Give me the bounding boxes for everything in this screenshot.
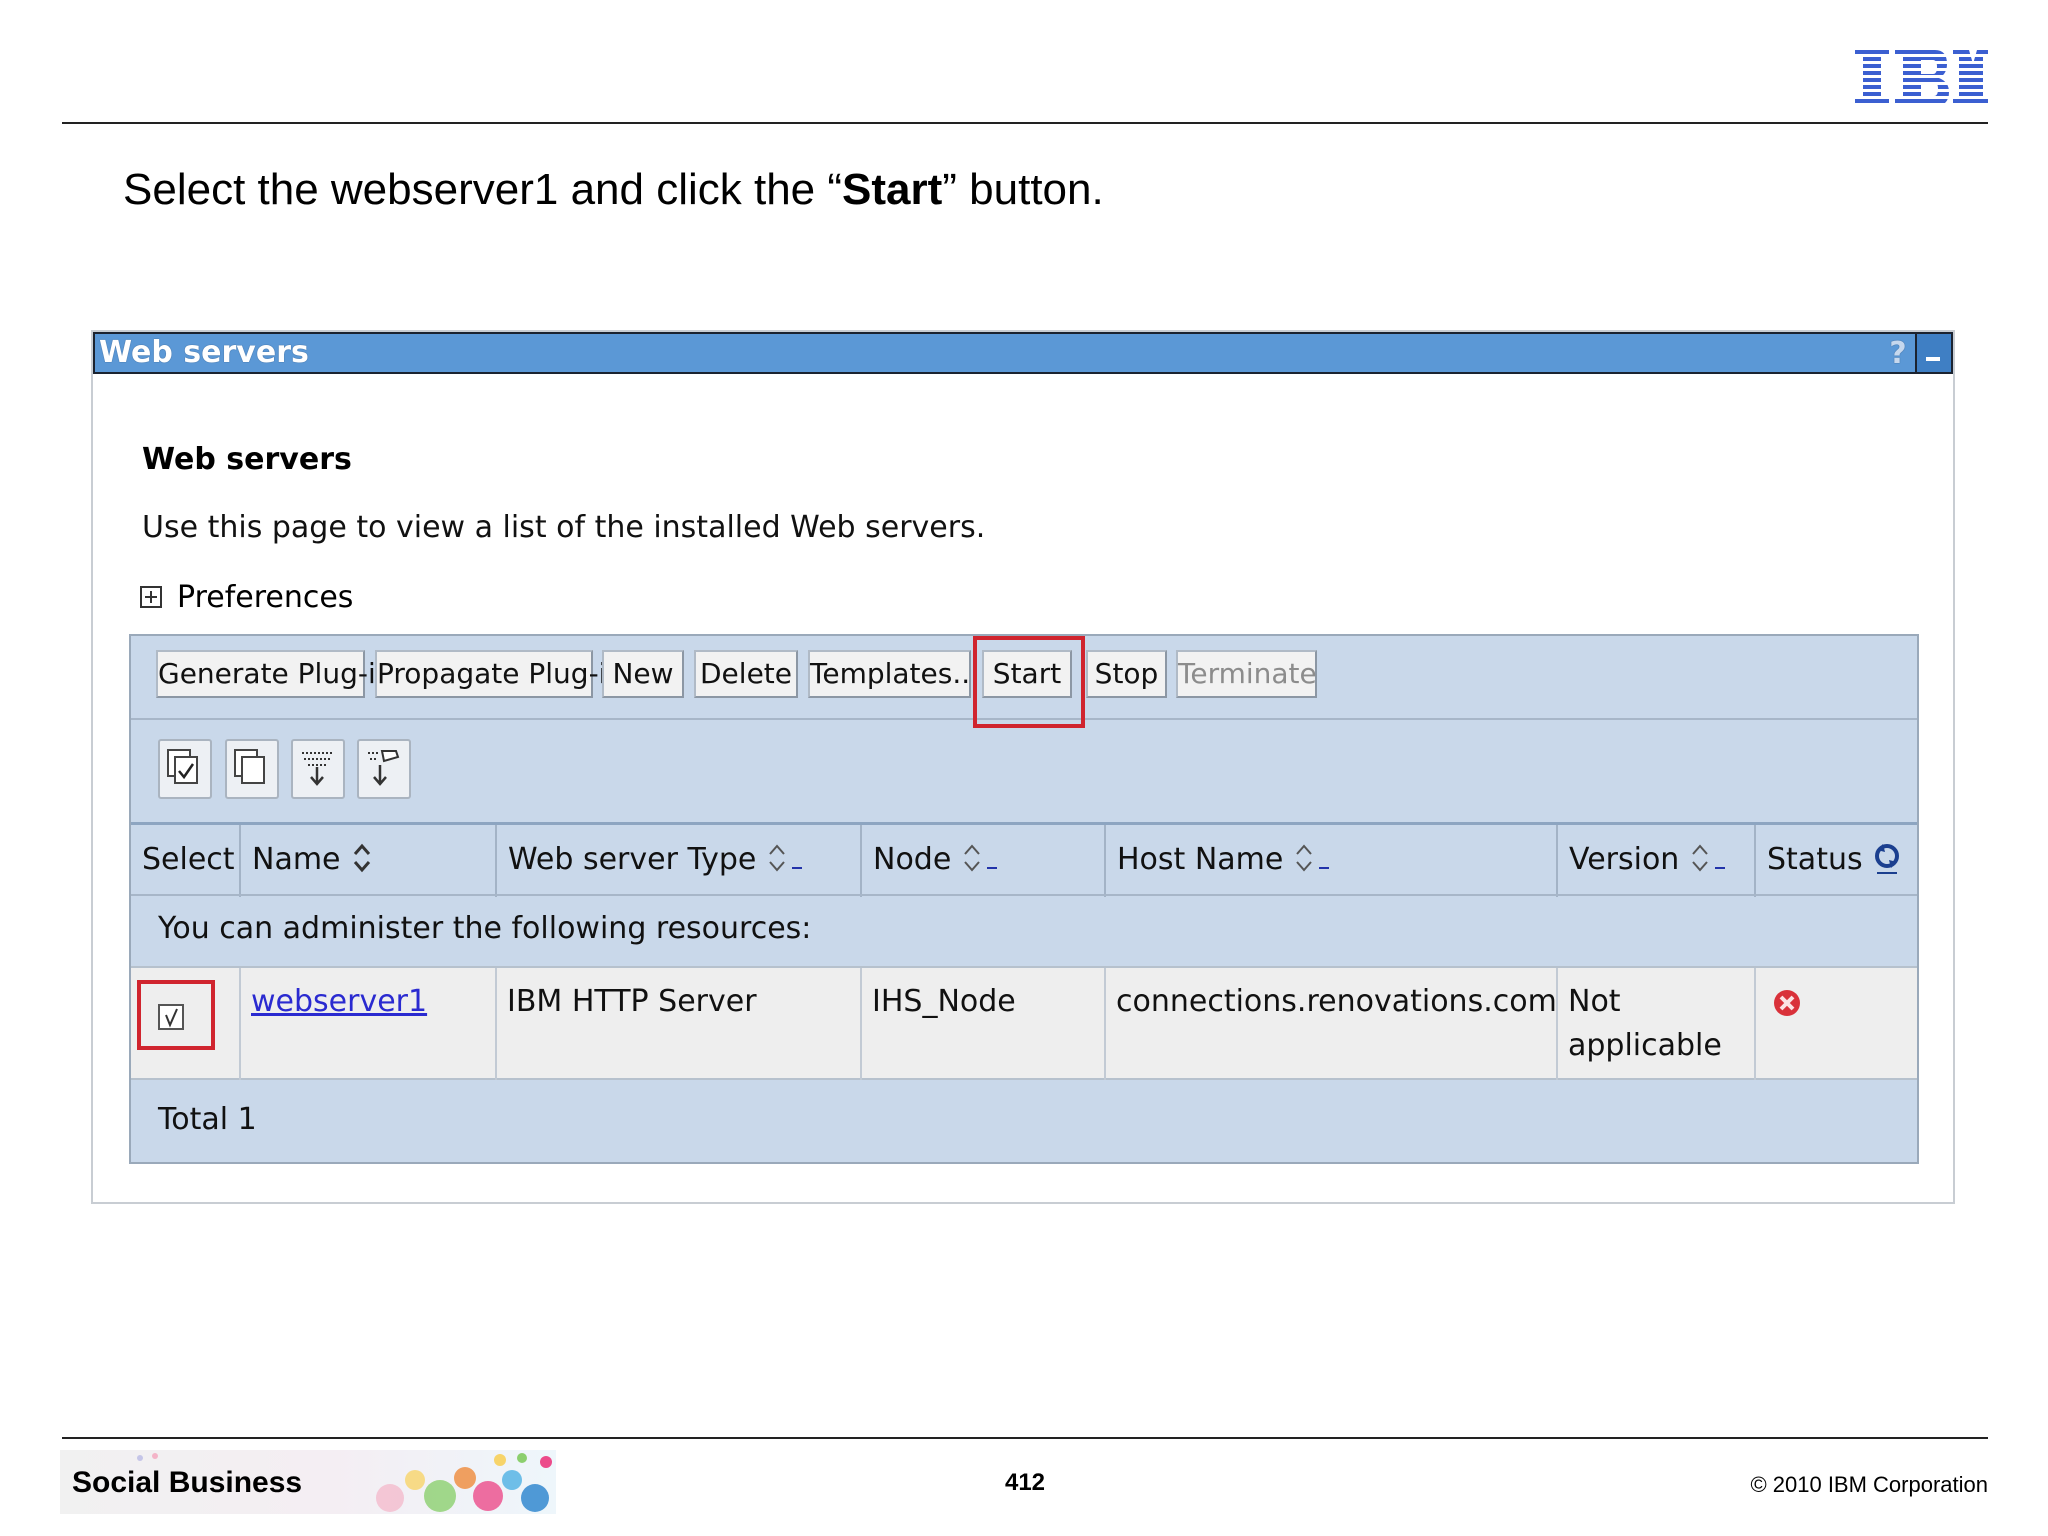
copyright: © 2010 IBM Corporation [1750, 1472, 1988, 1497]
status-stopped-icon [1774, 990, 1800, 1016]
column-header-type[interactable]: Web server Type [497, 825, 862, 897]
expand-icon[interactable] [140, 586, 162, 608]
stop-button[interactable]: Stop [1086, 650, 1167, 698]
start-button[interactable]: Start [982, 650, 1072, 698]
footer-banner-label: Social Business [72, 1466, 303, 1499]
column-header-select: Select [131, 825, 241, 897]
version-cell: Not applicable [1558, 968, 1756, 1080]
page-number: 412 [1004, 1469, 1046, 1496]
web-servers-collection: Generate Plug-in Propagate Plug-in New D… [129, 634, 1919, 1164]
sort-node-icon[interactable] [961, 840, 983, 876]
table-header-row: Select Name Web server Type Node Host Na… [131, 822, 1917, 897]
table-total: Total 1 [158, 1102, 257, 1137]
page-heading: Web servers [142, 442, 352, 477]
status-cell [1756, 968, 1917, 1080]
table-info-row: You can administer the following resourc… [131, 894, 1917, 964]
delete-button[interactable]: Delete [694, 650, 798, 698]
version-line1: Not [1568, 984, 1621, 1019]
new-button[interactable]: New [602, 650, 684, 698]
sort-version-icon[interactable] [1689, 840, 1711, 876]
refresh-status-icon[interactable] [1873, 840, 1901, 876]
host-cell: connections.renovations.com [1106, 968, 1558, 1080]
sort-name-icon[interactable] [351, 840, 373, 876]
top-divider [62, 122, 1988, 124]
clear-filter-icon[interactable] [357, 739, 411, 799]
help-icon[interactable]: ? [1885, 336, 1911, 372]
column-header-node[interactable]: Node [862, 825, 1106, 897]
type-cell: IBM HTTP Server [497, 968, 862, 1080]
version-line2: applicable [1568, 1028, 1722, 1063]
deselect-all-icon[interactable] [225, 739, 279, 799]
sort-host-icon[interactable] [1293, 840, 1315, 876]
templates-button[interactable]: Templates... [808, 650, 979, 698]
social-business-banner: Social Business [60, 1450, 556, 1514]
select-cell [131, 968, 241, 1080]
generate-plugin-button[interactable]: Generate Plug-in [156, 650, 393, 698]
column-header-host[interactable]: Host Name [1106, 825, 1558, 897]
name-cell: webserver1 [241, 968, 497, 1080]
button-toolbar: Generate Plug-in Propagate Plug-in New D… [131, 636, 1917, 720]
portlet-title-bar: Web servers ? [93, 332, 1953, 374]
column-header-status: Status [1756, 825, 1917, 897]
propagate-plugin-button[interactable]: Propagate Plug-in [375, 650, 624, 698]
sort-type-icon[interactable] [766, 840, 788, 876]
table-row: webserver1 IBM HTTP Server IHS_Node conn… [131, 966, 1917, 1080]
ibm-logo [1855, 50, 1988, 106]
page-description: Use this page to view a list of the inst… [142, 510, 986, 545]
portlet-title: Web servers [99, 335, 309, 370]
table-icon-toolbar [131, 720, 1917, 816]
show-filter-icon[interactable] [291, 739, 345, 799]
node-cell: IHS_Node [862, 968, 1106, 1080]
column-header-name[interactable]: Name [241, 825, 497, 897]
instruction-text: Select the webserver1 and click the “Sta… [123, 165, 1104, 214]
webserver1-link[interactable]: webserver1 [251, 984, 427, 1019]
terminate-button: Terminate [1176, 650, 1317, 698]
minimize-icon[interactable] [1915, 334, 1951, 372]
web-servers-portlet: Web servers ? Web servers Use this page … [91, 330, 1955, 1204]
column-header-version[interactable]: Version [1558, 825, 1756, 897]
select-webserver1-checkbox[interactable] [158, 1004, 184, 1030]
preferences-label: Preferences [177, 580, 354, 615]
bottom-divider [62, 1437, 1988, 1439]
instruction-start-emphasis: Start [842, 165, 943, 214]
select-all-icon[interactable] [158, 739, 212, 799]
